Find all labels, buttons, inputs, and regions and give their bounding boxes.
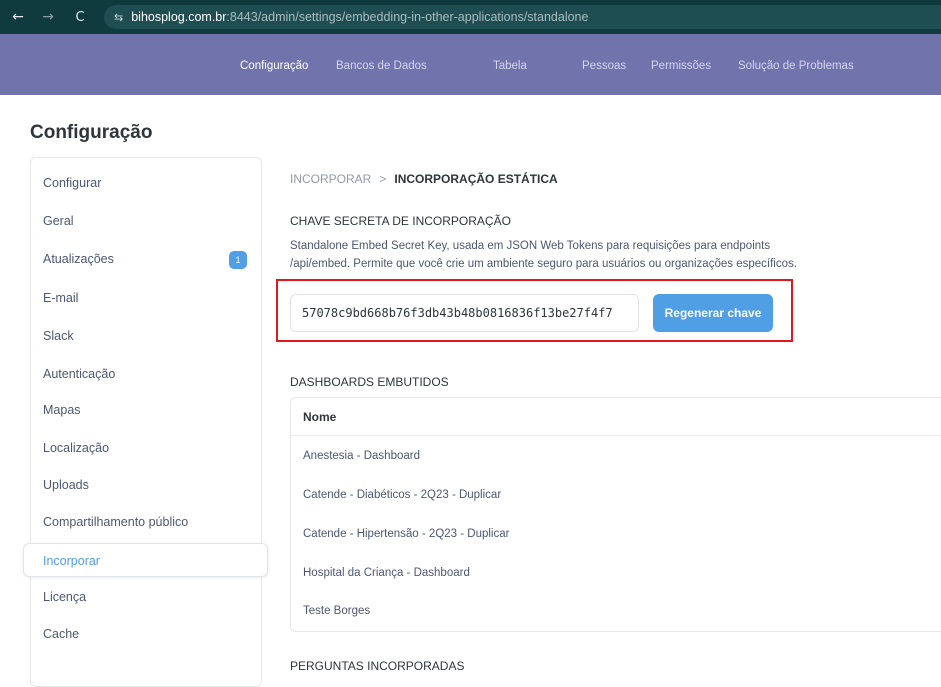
breadcrumb: INCORPORAR > INCORPORAÇÃO ESTÁTICA [290,172,558,186]
nav-item-bancos-de-dados[interactable]: Bancos de Dados [336,60,427,72]
settings-sidebar: Configurar Geral Atualizações E-mail Sla… [30,157,262,687]
secret-key-value: 57078c9bd668b76f3db43b48b0816836f13be27f… [302,306,613,320]
nav-item-permissoes[interactable]: Permissões [651,60,711,72]
sidebar-item-licenca[interactable]: Licença [43,590,86,604]
column-header-nome[interactable]: Nome [303,410,336,424]
regenerate-key-button[interactable]: Regenerar chave [653,294,773,332]
reload-icon[interactable]: C [68,10,92,25]
sidebar-item-label: Incorporar [43,554,100,568]
sidebar-item-geral[interactable]: Geral [43,214,74,228]
sidebar-item-configurar[interactable]: Configurar [43,176,101,190]
url-path: :8443/admin/settings/embedding-in-other-… [226,10,589,24]
sidebar-item-uploads[interactable]: Uploads [43,478,89,492]
sidebar-item-atualizacoes[interactable]: Atualizações [43,252,114,266]
updates-count-badge: 1 [229,251,247,269]
nav-item-tabela[interactable]: Tabela [493,60,527,72]
breadcrumb-parent-link[interactable]: INCORPORAR [290,172,371,186]
secret-key-description: Standalone Embed Secret Key, usada em JS… [290,237,830,273]
secret-key-description-line: /api/embed. Permite que você crie um amb… [290,258,797,270]
sidebar-item-email[interactable]: E-mail [43,291,78,305]
url-text: bihosplog.com.br:8443/admin/settings/emb… [131,10,588,24]
sidebar-item-localizacao[interactable]: Localização [43,441,109,455]
nav-item-configuracao[interactable]: Configuração [240,60,308,72]
table-row[interactable]: Anestesia - Dashboard [303,450,420,462]
embedded-questions-title: PERGUNTAS INCORPORADAS [290,659,465,673]
embedded-dashboards-title: DASHBOARDS EMBUTIDOS [290,375,449,389]
embedded-dashboards-table: Nome Anestesia - Dashboard Catende - Dia… [290,397,941,632]
back-arrow-icon[interactable]: ← [6,9,30,25]
admin-nav-bar: Configuração Bancos de Dados Tabela Pess… [0,34,941,95]
forward-arrow-icon[interactable]: → [36,9,60,25]
breadcrumb-separator-icon: > [379,172,387,186]
table-row[interactable]: Hospital da Criança - Dashboard [303,567,470,579]
sidebar-item-compartilhamento-publico[interactable]: Compartilhamento público [43,515,188,529]
sidebar-item-incorporar[interactable]: Incorporar [23,543,268,577]
sidebar-item-slack[interactable]: Slack [43,329,74,343]
browser-toolbar: ← → C ⇆ bihosplog.com.br:8443/admin/sett… [0,0,941,34]
table-row[interactable]: Catende - Hipertensão - 2Q23 - Duplicar [303,528,509,540]
sidebar-item-cache[interactable]: Cache [43,627,79,641]
page-title: Configuração [30,122,153,143]
secret-key-title: CHAVE SECRETA DE INCORPORAÇÃO [290,214,511,228]
table-row[interactable]: Teste Borges [303,605,370,617]
table-header: Nome [291,398,941,436]
secret-key-description-line: Standalone Embed Secret Key, usada em JS… [290,240,771,252]
secret-key-field[interactable]: 57078c9bd668b76f3db43b48b0816836f13be27f… [290,294,639,332]
table-row[interactable]: Catende - Diabéticos - 2Q23 - Duplicar [303,489,501,501]
site-info-icon[interactable]: ⇆ [114,11,123,24]
breadcrumb-current: INCORPORAÇÃO ESTÁTICA [394,172,558,186]
nav-item-pessoas[interactable]: Pessoas [582,60,626,72]
sidebar-item-autenticacao[interactable]: Autenticação [43,367,115,381]
sidebar-item-mapas[interactable]: Mapas [43,403,81,417]
address-bar[interactable]: ⇆ bihosplog.com.br:8443/admin/settings/e… [104,5,941,29]
url-host: bihosplog.com.br [131,10,227,24]
nav-item-solucao-de-problemas[interactable]: Solução de Problemas [738,60,854,72]
